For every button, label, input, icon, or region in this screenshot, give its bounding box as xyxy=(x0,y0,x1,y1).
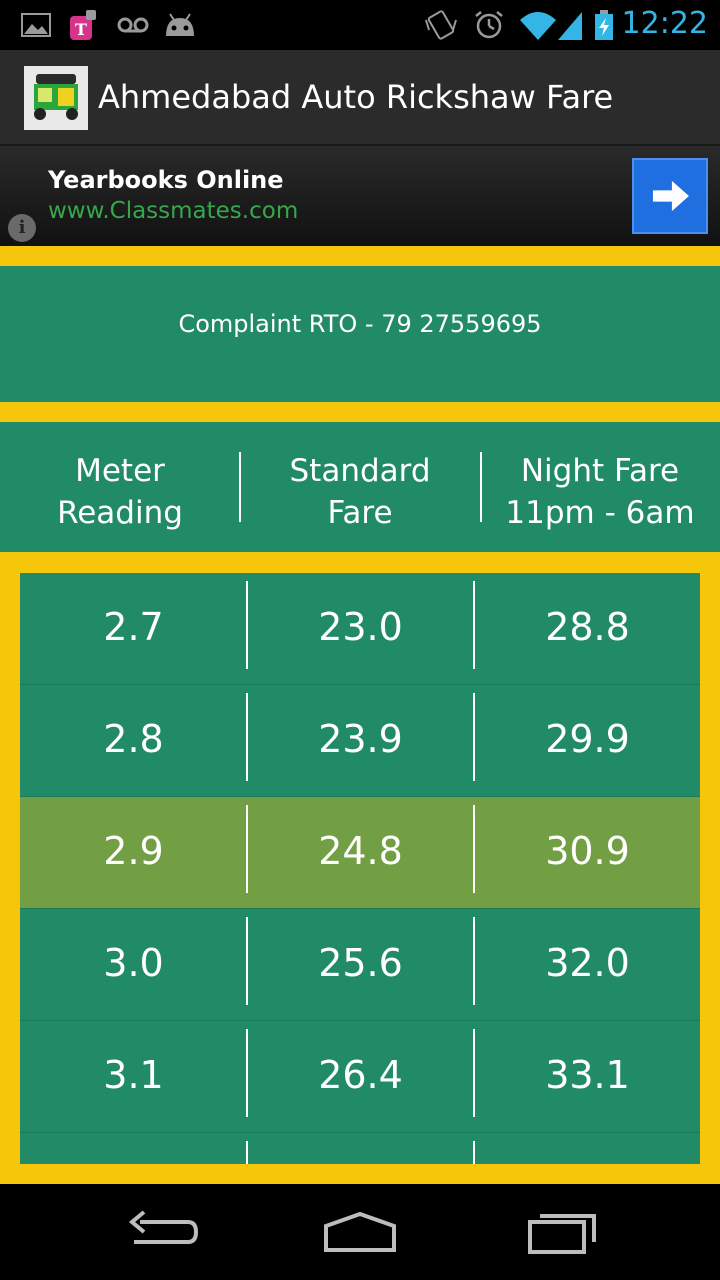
night-cell xyxy=(474,1133,700,1164)
arrow-right-icon xyxy=(652,180,689,212)
status-time: 12:22 xyxy=(621,6,708,41)
action-bar: Ahmedabad Auto Rickshaw Fare xyxy=(0,50,720,146)
meter-cell: 2.8 xyxy=(103,717,164,761)
meter-cell xyxy=(20,1133,247,1164)
ad-title[interactable]: Yearbooks Online xyxy=(48,166,284,194)
ad-info-icon[interactable]: i xyxy=(8,214,36,242)
meter-cell: 2.7 xyxy=(103,605,164,649)
vibrate-icon xyxy=(425,10,457,40)
android-icon xyxy=(166,13,194,36)
voicemail-icon xyxy=(117,17,149,33)
standard-cell: 24.8 xyxy=(318,829,403,873)
night-cell: 30.9 xyxy=(545,829,630,873)
app-title: Ahmedabad Auto Rickshaw Fare xyxy=(98,78,614,116)
content-area: Complaint RTO - 79 27559695 Meter Readin… xyxy=(0,246,720,1184)
table-row-highlighted[interactable]: 2.9 24.8 30.9 xyxy=(20,797,700,909)
ad-url[interactable]: www.Classmates.com xyxy=(48,198,298,224)
meter-cell: 3.0 xyxy=(103,941,164,985)
night-cell: 28.8 xyxy=(545,605,630,649)
standard-cell: 23.9 xyxy=(318,717,403,761)
back-icon[interactable] xyxy=(110,1202,210,1262)
night-cell: 32.0 xyxy=(545,941,630,985)
wifi-icon xyxy=(520,12,556,40)
alarm-icon xyxy=(475,11,503,39)
complaint-panel: Complaint RTO - 79 27559695 xyxy=(0,266,720,402)
standard-cell xyxy=(247,1133,474,1164)
complaint-text: Complaint RTO - 79 27559695 xyxy=(178,310,542,338)
status-bar: T 12:22 xyxy=(0,0,720,50)
signal-icon xyxy=(558,12,582,40)
fare-table[interactable]: 2.7 23.0 28.8 2.8 23.9 29.9 2.9 24.8 30.… xyxy=(20,573,700,1164)
meter-cell: 3.1 xyxy=(103,1053,164,1097)
meter-cell: 2.9 xyxy=(103,829,164,873)
home-icon[interactable] xyxy=(310,1202,410,1262)
auto-rickshaw-icon[interactable] xyxy=(24,66,88,130)
battery-charging-icon xyxy=(595,10,613,40)
svg-text:T: T xyxy=(75,20,87,39)
night-cell: 33.1 xyxy=(545,1053,630,1097)
standard-cell: 23.0 xyxy=(318,605,403,649)
recent-apps-icon[interactable] xyxy=(512,1202,612,1262)
standard-cell: 26.4 xyxy=(318,1053,403,1097)
ad-banner[interactable]: Yearbooks Online www.Classmates.com i xyxy=(0,146,720,246)
header-night-fare: Night Fare 11pm - 6am xyxy=(505,453,695,531)
navigation-bar xyxy=(0,1184,720,1280)
table-header: Meter Reading Standard Fare Night Fare 1… xyxy=(0,422,720,552)
standard-cell: 25.6 xyxy=(318,941,403,985)
header-meter-reading: Meter Reading xyxy=(57,453,183,531)
image-icon xyxy=(21,13,51,37)
table-row[interactable] xyxy=(20,1133,700,1164)
night-cell: 29.9 xyxy=(545,717,630,761)
ad-arrow-button[interactable] xyxy=(632,158,708,234)
table-row[interactable]: 2.7 23.0 28.8 xyxy=(20,573,700,685)
table-row[interactable]: 2.8 23.9 29.9 xyxy=(20,685,700,797)
t-mobile-icon: T xyxy=(70,10,96,40)
header-standard-fare: Standard Fare xyxy=(289,453,431,531)
table-row[interactable]: 3.0 25.6 32.0 xyxy=(20,909,700,1021)
table-row[interactable]: 3.1 26.4 33.1 xyxy=(20,1021,700,1133)
